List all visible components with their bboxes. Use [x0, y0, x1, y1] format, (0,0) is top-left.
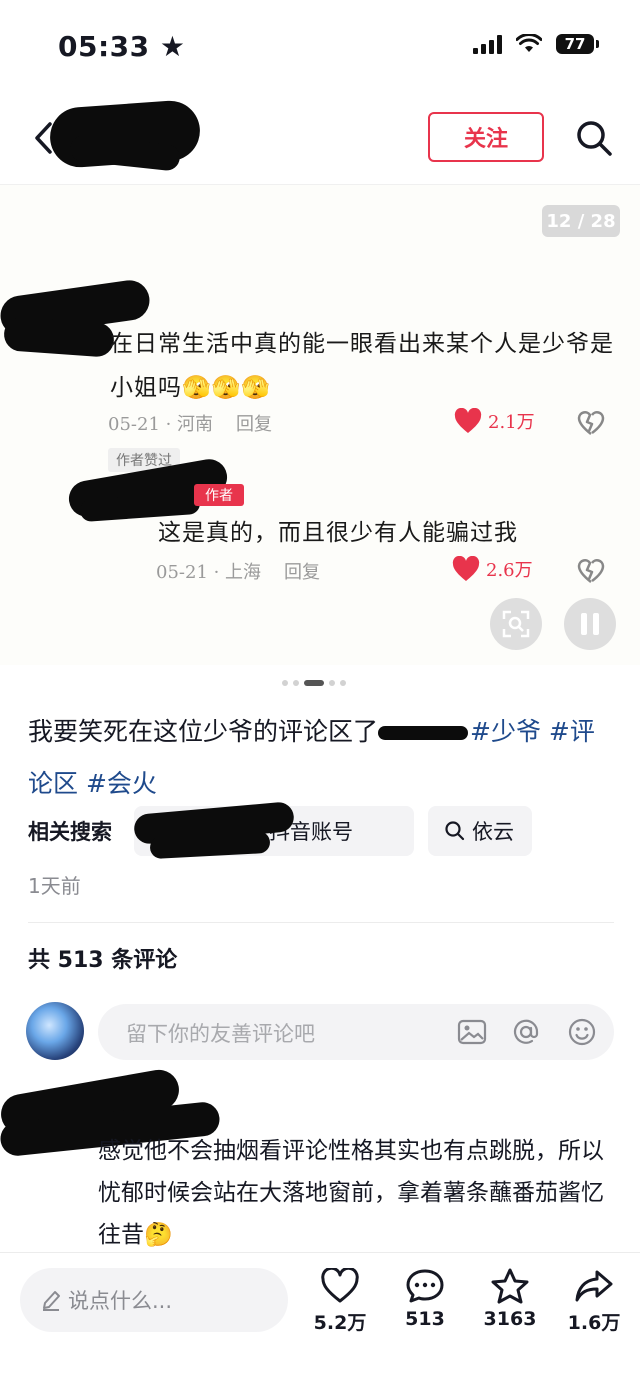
comment-count: 共 513 条评论 [28, 948, 178, 973]
slide-comment-text: 在日常生活中真的能一眼看出来某个人是少爷是小姐吗🫣🫣🫣 [110, 331, 614, 401]
pause-button[interactable] [564, 598, 616, 650]
share-icon [575, 1270, 613, 1302]
related-search-chip[interactable]: 依云 [428, 806, 532, 856]
slide-comment-meta: 05-21 · 河南 回复 [108, 414, 272, 435]
favorite-button[interactable]: 3163 [470, 1268, 550, 1330]
slide-reply-text: 这是真的，而且很少有人能骗过我 [158, 520, 518, 546]
share-button[interactable]: 1.6万 [554, 1268, 634, 1335]
status-time: 05:33 ★ [58, 30, 186, 63]
image-icon[interactable] [456, 1016, 488, 1048]
pencil-icon [43, 1291, 60, 1311]
heart-outline-icon [321, 1268, 359, 1303]
dislike-icon [577, 559, 605, 583]
comment-placeholder: 留下你的友善评论吧 [126, 1022, 315, 1046]
section-divider [28, 922, 614, 923]
hashtag-link[interactable]: #少爷 [470, 717, 541, 746]
status-icons: 77 [473, 34, 599, 54]
post-time: 1天前 [28, 874, 81, 898]
slide-comment-like: 2.1万 [454, 408, 535, 434]
scan-icon [502, 610, 530, 638]
post-description: 我要笑死在这位少爷的评论区了 #少爷 #评论区 #会火 [28, 717, 595, 798]
favorite-count: 3163 [483, 1308, 537, 1330]
share-count: 1.6万 [567, 1312, 621, 1334]
search-icon [445, 821, 465, 841]
like-button[interactable]: 5.2万 [300, 1268, 380, 1335]
search-icon[interactable] [574, 118, 614, 158]
hashtag-link[interactable]: #会火 [86, 769, 157, 798]
page-counter: 12 / 28 [542, 205, 620, 237]
heart-icon [452, 556, 480, 581]
signal-icon [473, 34, 502, 54]
pause-icon [581, 613, 599, 635]
slide-reply-like: 2.6万 [452, 556, 533, 582]
comment-bubble-icon [406, 1269, 444, 1303]
related-search-label: 相关搜索 [28, 820, 112, 844]
comment-button[interactable]: 513 [385, 1268, 465, 1330]
say-something-placeholder: 说点什么... [68, 1289, 173, 1313]
carousel-indicator [282, 680, 346, 686]
like-count: 5.2万 [313, 1312, 367, 1334]
wifi-icon [516, 34, 542, 52]
avatar[interactable] [26, 1002, 84, 1060]
comment-count-bottom: 513 [405, 1308, 445, 1330]
mention-icon[interactable] [510, 1016, 542, 1048]
slide-reply-meta: 05-21 · 上海 回复 [156, 562, 320, 583]
dislike-icon [577, 411, 605, 435]
comment-text: 感觉他不会抽烟看评论性格其实也有点跳脱，所以忧郁时候会站在大落地窗前，拿着薯条蘸… [98, 1138, 604, 1248]
author-tag: 作者 [194, 484, 244, 506]
battery-icon: 77 [556, 34, 599, 54]
image-slide[interactable] [0, 185, 640, 665]
follow-button[interactable]: 关注 [428, 112, 544, 162]
emoji-icon[interactable] [566, 1016, 598, 1048]
heart-icon [454, 408, 482, 433]
star-icon [491, 1268, 529, 1304]
scan-button[interactable] [490, 598, 542, 650]
